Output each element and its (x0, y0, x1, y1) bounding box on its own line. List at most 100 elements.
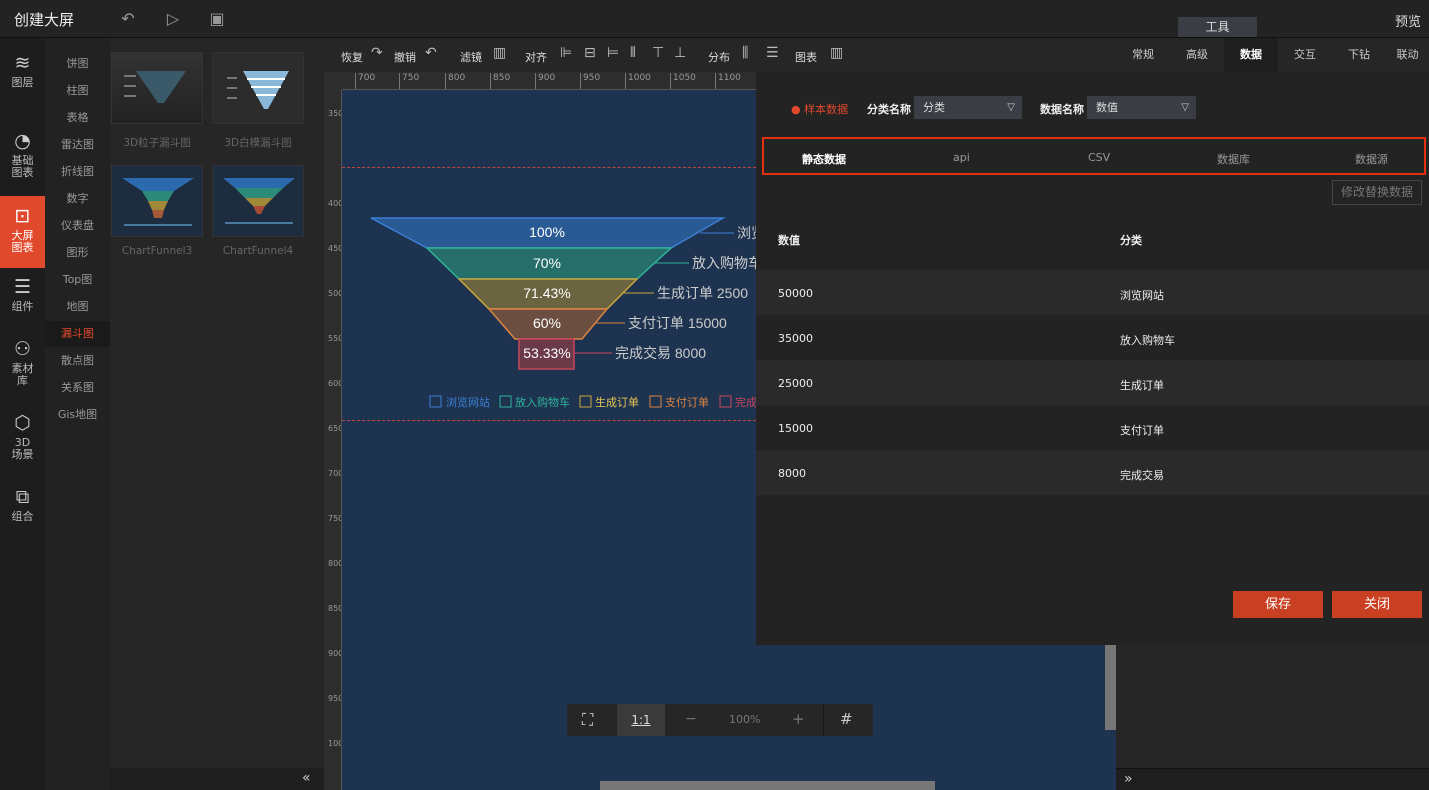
undo-button[interactable]: 撤销 (394, 49, 416, 65)
category-item[interactable]: 表格 (45, 105, 110, 131)
category-item[interactable]: 仪表盘 (45, 213, 110, 239)
nav-3d-scene[interactable]: ⬡ 3D场景 (0, 412, 45, 470)
tab-data[interactable]: 数据 (1224, 38, 1278, 72)
align-left-icon[interactable]: ⊫ (560, 45, 572, 61)
redo-button[interactable]: 恢复 (341, 49, 363, 65)
category-item[interactable]: 饼图 (45, 51, 110, 77)
source-tab-api[interactable]: api (953, 151, 970, 164)
modify-data-button[interactable]: 修改替换数据 (1332, 180, 1422, 205)
thumbnail-chartfunnel3[interactable] (111, 165, 203, 237)
category-item[interactable]: 图形 (45, 240, 110, 266)
tab-interaction[interactable]: 交互 (1278, 38, 1332, 72)
legend-item[interactable]: 完成 (735, 395, 756, 409)
filter-button[interactable]: 滤镜 (460, 49, 482, 65)
category-item-funnel[interactable]: 漏斗图 (45, 321, 110, 347)
category-item[interactable]: 散点图 (45, 348, 110, 374)
table-row[interactable]: 25000 生成订单 (756, 360, 1429, 405)
distribute-button[interactable]: 分布 (708, 49, 730, 65)
align-center-icon[interactable]: ⊟ (584, 45, 596, 61)
category-item[interactable]: 折线图 (45, 159, 110, 185)
chart-icon[interactable]: ▥ (830, 45, 843, 61)
cell-value: 15000 (778, 422, 813, 435)
filter-chart-icon[interactable]: ▥ (493, 45, 506, 61)
table-row[interactable]: 35000 放入购物车 (756, 315, 1429, 360)
thumbnail-chartfunnel4[interactable] (212, 165, 304, 237)
distribute-v-icon[interactable]: ☰ (766, 45, 779, 61)
vertical-scrollbar[interactable] (1105, 645, 1116, 730)
table-row[interactable]: 50000 浏览网站 (756, 270, 1429, 315)
ruler-tick: 850 (490, 73, 510, 89)
collapse-left-icon[interactable]: « (302, 770, 311, 786)
horizontal-scrollbar[interactable] (600, 781, 935, 790)
align-top-icon[interactable]: ⊤ (652, 45, 664, 61)
funnel-chart[interactable]: 100% 70% 71.43% 60% 53.33% 浏览 放入购物车 生成订单… (342, 90, 756, 420)
preview-button[interactable]: 预览 (1395, 11, 1421, 30)
thumbnail-3d-particle-funnel[interactable] (111, 52, 203, 124)
legend-item[interactable]: 放入购物车 (515, 395, 570, 409)
category-item[interactable]: Gis地图 (45, 402, 110, 428)
table-row[interactable]: 15000 支付订单 (756, 405, 1429, 450)
zoom-out-button[interactable]: − (685, 711, 697, 727)
nav-components[interactable]: ☰ 组件 (0, 276, 45, 320)
nav-group[interactable]: ⧉ 组合 (0, 486, 45, 530)
close-button[interactable]: 关闭 (1332, 591, 1422, 618)
play-icon[interactable]: ▷ (163, 9, 183, 29)
grid-icon[interactable]: # (840, 710, 853, 728)
nav-basic-charts[interactable]: ◔ 基础图表 (0, 126, 45, 184)
tools-tab[interactable]: 工具 (1178, 17, 1257, 37)
align-button[interactable]: 对齐 (525, 49, 547, 65)
funnel-thumb-icon (122, 178, 194, 226)
legend-item[interactable]: 生成订单 (595, 395, 639, 409)
bigscreen-chart-icon: ⊡ (14, 205, 31, 227)
ruler-tick: 600 (328, 379, 342, 388)
tab-advanced[interactable]: 高级 (1170, 38, 1224, 72)
collapse-right-icon[interactable]: » (1124, 771, 1133, 787)
tab-general[interactable]: 常规 (1116, 38, 1170, 72)
category-item[interactable]: 柱图 (45, 78, 110, 104)
nav-layers[interactable]: ≋ 图层 (0, 52, 45, 98)
cell-category: 生成订单 (1120, 379, 1164, 392)
funnel-percent-label: 71.43% (523, 285, 570, 301)
category-item[interactable]: 数字 (45, 186, 110, 212)
table-row[interactable]: 8000 完成交易 (756, 450, 1429, 495)
legend-item[interactable]: 浏览网站 (446, 395, 490, 409)
redo-icon[interactable]: ↷ (371, 45, 383, 61)
source-tab-csv[interactable]: CSV (1088, 151, 1110, 164)
undo-icon[interactable]: ↶ (118, 9, 138, 29)
tab-linkage[interactable]: 联动 (1386, 38, 1429, 72)
selection-guide-bottom (342, 420, 756, 421)
ruler-tick: 950 (328, 694, 342, 703)
distribute-h-icon[interactable]: ⫼ (742, 45, 748, 61)
data-name-select[interactable]: 数值 ▽ (1087, 96, 1196, 119)
category-item[interactable]: 关系图 (45, 375, 110, 401)
chart-button[interactable]: 图表 (795, 49, 817, 65)
nav-materials[interactable]: ⚇ 素材库 (0, 338, 45, 396)
sample-data-label[interactable]: ● 样本数据 (791, 101, 848, 117)
category-name-select[interactable]: 分类 ▽ (914, 96, 1022, 119)
legend-item[interactable]: 支付订单 (665, 396, 709, 409)
thumbnail-3d-white-funnel[interactable] (212, 52, 304, 124)
category-item[interactable]: Top图 (45, 267, 110, 293)
editor-canvas[interactable]: 100% 70% 71.43% 60% 53.33% 浏览 放入购物车 生成订单… (342, 90, 756, 790)
pie-chart-icon: ◔ (14, 130, 31, 152)
nav-bigscreen-charts[interactable]: ⊡ 大屏图表 (0, 196, 45, 268)
cell-value: 35000 (778, 332, 813, 345)
save-button[interactable]: 保存 (1233, 591, 1323, 618)
actual-size-button[interactable]: 1:1 (617, 704, 665, 736)
align-bottom-icon[interactable]: ⊥ (674, 45, 686, 61)
undo-icon[interactable]: ↶ (425, 45, 437, 61)
source-tab-static[interactable]: 静态数据 (802, 151, 846, 167)
zoom-in-button[interactable]: + (792, 710, 805, 728)
category-item[interactable]: 雷达图 (45, 132, 110, 158)
source-tab-database[interactable]: 数据库 (1217, 151, 1250, 167)
align-vcenter-icon[interactable]: ⫴ (630, 45, 636, 61)
layers-icon: ≋ (14, 52, 31, 74)
source-tab-datasource[interactable]: 数据源 (1355, 151, 1388, 167)
left-collapse-bar: « (110, 768, 324, 790)
save-icon[interactable]: ▣ (207, 9, 227, 29)
funnel-percent-label: 53.33% (523, 345, 570, 361)
align-right-icon[interactable]: ⊨ (607, 45, 619, 61)
fit-screen-icon[interactable]: ⛶ (582, 710, 593, 730)
category-item[interactable]: 地图 (45, 294, 110, 320)
tab-drilldown[interactable]: 下钻 (1332, 38, 1386, 72)
